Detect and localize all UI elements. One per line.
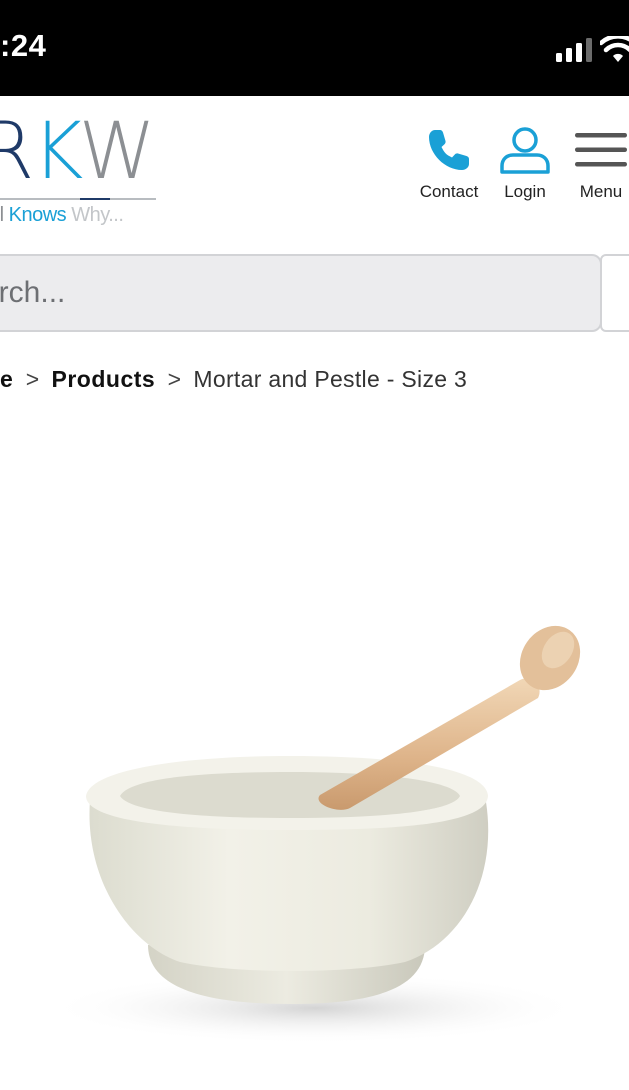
login-button[interactable]: Login <box>494 126 556 202</box>
wifi-icon <box>600 36 629 62</box>
status-bar: :24 <box>0 0 629 96</box>
breadcrumb: e > Products > Mortar and Pestle - Size … <box>0 366 467 393</box>
status-time: :24 <box>0 28 47 63</box>
contact-button[interactable]: Contact <box>410 126 488 202</box>
user-icon <box>500 127 550 174</box>
breadcrumb-products-link[interactable]: Products <box>52 366 156 392</box>
breadcrumb-current: Mortar and Pestle - Size 3 <box>193 366 468 392</box>
site-header: RKW tail Knows Why... Contact Login Menu <box>0 96 629 236</box>
breadcrumb-home-link[interactable]: e <box>0 366 13 392</box>
search-input[interactable] <box>0 256 600 330</box>
site-logo[interactable]: RKW tail Knows Why... <box>0 107 170 226</box>
logo-tagline: tail Knows Why... <box>0 204 124 226</box>
logo-wordmark: RKW <box>0 107 156 197</box>
contact-label: Contact <box>419 182 479 201</box>
mortar-and-pestle-image[interactable] <box>20 590 620 1070</box>
menu-button[interactable]: Menu <box>568 126 629 202</box>
signal-icon <box>556 38 592 62</box>
login-label: Login <box>504 182 546 201</box>
breadcrumb-separator: > <box>167 366 182 392</box>
menu-label: Menu <box>579 182 623 201</box>
phone-icon <box>429 130 469 170</box>
breadcrumb-separator: > <box>25 366 40 392</box>
search-box <box>0 254 602 332</box>
logo-divider <box>0 198 156 200</box>
search-button[interactable] <box>600 254 629 332</box>
hamburger-icon <box>575 133 627 167</box>
